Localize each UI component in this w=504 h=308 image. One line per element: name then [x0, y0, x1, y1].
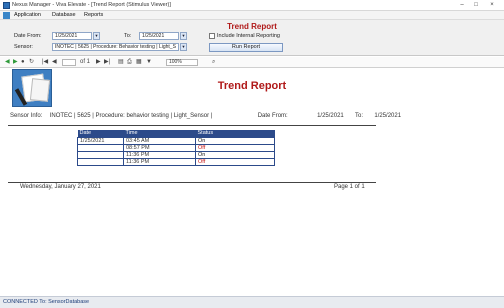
cell-time: 11:36 PM	[123, 151, 196, 159]
sensor-info-label: Sensor Info:	[10, 113, 43, 119]
first-page-icon[interactable]: |◀	[42, 59, 48, 66]
status-table: Date Time Status 1/25/2021 03:45 AM On 08:5…	[77, 130, 275, 166]
page-count: of 1	[80, 59, 91, 65]
menu-reports[interactable]: Reports	[84, 12, 103, 18]
form-title: Trend Report	[227, 22, 277, 31]
report-title: Trend Report	[217, 80, 287, 92]
footer-date: Wednesday, January 27, 2021	[20, 184, 101, 190]
minimize-button[interactable]: –	[456, 1, 468, 9]
zoom-field[interactable]: 100%	[166, 59, 198, 66]
cell-date	[77, 158, 124, 166]
cell-date: 1/25/2021	[77, 137, 124, 145]
report-date-to-label: To:	[355, 113, 364, 119]
cell-date	[77, 151, 124, 159]
forward-icon[interactable]: ▶	[13, 59, 18, 66]
close-button[interactable]: ×	[486, 1, 498, 9]
include-internal-checkbox[interactable]	[209, 33, 215, 39]
status-bar: CONNECTED To: SensorDatabase	[0, 296, 504, 308]
column-header-date: Date	[77, 130, 124, 138]
sensor-info-row: Sensor Info: INOTEC | 5625 | Procedure: …	[10, 113, 401, 119]
last-page-icon[interactable]: ▶|	[104, 59, 110, 66]
table-row: 11:36 PM On	[77, 151, 275, 159]
run-report-button[interactable]: Run Report	[209, 43, 283, 52]
previous-page-icon[interactable]: ◀	[52, 59, 57, 66]
sensor-info-value: INOTEC | 5625 | Procedure: behavior test…	[49, 113, 213, 119]
connection-status: CONNECTED To: SensorDatabase	[3, 299, 90, 305]
footer-divider	[8, 182, 376, 183]
menu-application[interactable]: Application	[14, 12, 41, 18]
back-icon[interactable]: ◀	[5, 59, 10, 66]
cell-status: Off	[195, 144, 275, 152]
cell-time: 11:36 PM	[123, 158, 196, 166]
date-to-dropdown-icon[interactable]: ▼	[180, 32, 187, 40]
refresh-icon[interactable]: ↻	[29, 59, 34, 66]
title-bar: Nexus Manager - Viva Elevate - [Trend Re…	[0, 0, 504, 11]
sensor-dropdown-icon[interactable]: ▼	[180, 43, 187, 51]
date-from-label: Date From:	[14, 33, 42, 39]
cell-time: 03:45 AM	[123, 137, 196, 145]
maximize-button[interactable]: □	[470, 1, 482, 9]
table-row: 1/25/2021 03:45 AM On	[77, 137, 275, 145]
column-header-status: Status	[195, 130, 275, 138]
cell-status: Off	[195, 158, 275, 166]
print-icon[interactable]: ⎙	[127, 59, 132, 66]
header-divider	[8, 125, 376, 126]
table-header-row: Date Time Status	[77, 130, 275, 138]
menu-app-icon	[3, 12, 10, 19]
report-page: Trend Report Sensor Info: INOTEC | 5625 …	[0, 68, 504, 294]
date-from-dropdown-icon[interactable]: ▼	[93, 32, 100, 40]
menu-database[interactable]: Database	[52, 12, 76, 18]
app-icon	[3, 2, 10, 9]
stop-icon[interactable]: ●	[21, 59, 25, 66]
report-parameters: Trend Report Date From: 1/25/2021 ▼ To: …	[0, 20, 504, 56]
find-icon[interactable]: ⌕	[212, 59, 215, 66]
date-from-field[interactable]: 1/25/2021	[52, 32, 92, 40]
report-date-to-value: 1/25/2021	[374, 113, 402, 119]
cell-date	[77, 144, 124, 152]
export-icon[interactable]: ▼	[146, 59, 152, 66]
print-layout-icon[interactable]: ▤	[118, 59, 124, 66]
sensor-select[interactable]: INOTEC | 5625 | Procedure: Behavior test…	[52, 43, 179, 51]
sensor-label: Sensor:	[14, 44, 33, 50]
date-to-field[interactable]: 1/25/2021	[139, 32, 179, 40]
column-header-time: Time	[123, 130, 196, 138]
page-number-field[interactable]	[62, 59, 76, 66]
report-date-from-label: Date From:	[257, 113, 288, 119]
report-date-from-value: 1/25/2021	[317, 113, 344, 119]
menu-bar: Application Database Reports	[0, 11, 504, 20]
next-page-icon[interactable]: ▶	[96, 59, 101, 66]
cell-time: 08:57 PM	[123, 144, 196, 152]
viewer-toolbar: ◀ ▶ ● ↻ |◀ ◀ of 1 ▶ ▶| ▤ ⎙ ▦ ▼ 100% ⌕	[0, 57, 504, 68]
include-internal-label: Include Internal Reporting	[217, 33, 280, 39]
table-row: 11:36 PM Off	[77, 158, 275, 166]
date-to-label: To:	[124, 33, 132, 39]
window-title: Nexus Manager - Viva Elevate - [Trend Re…	[12, 2, 171, 8]
page-setup-icon[interactable]: ▦	[136, 59, 142, 66]
table-row: 08:57 PM Off	[77, 144, 275, 152]
cell-status: On	[195, 137, 275, 145]
footer-page-number: Page 1 of 1	[334, 184, 365, 190]
cell-status: On	[195, 151, 275, 159]
